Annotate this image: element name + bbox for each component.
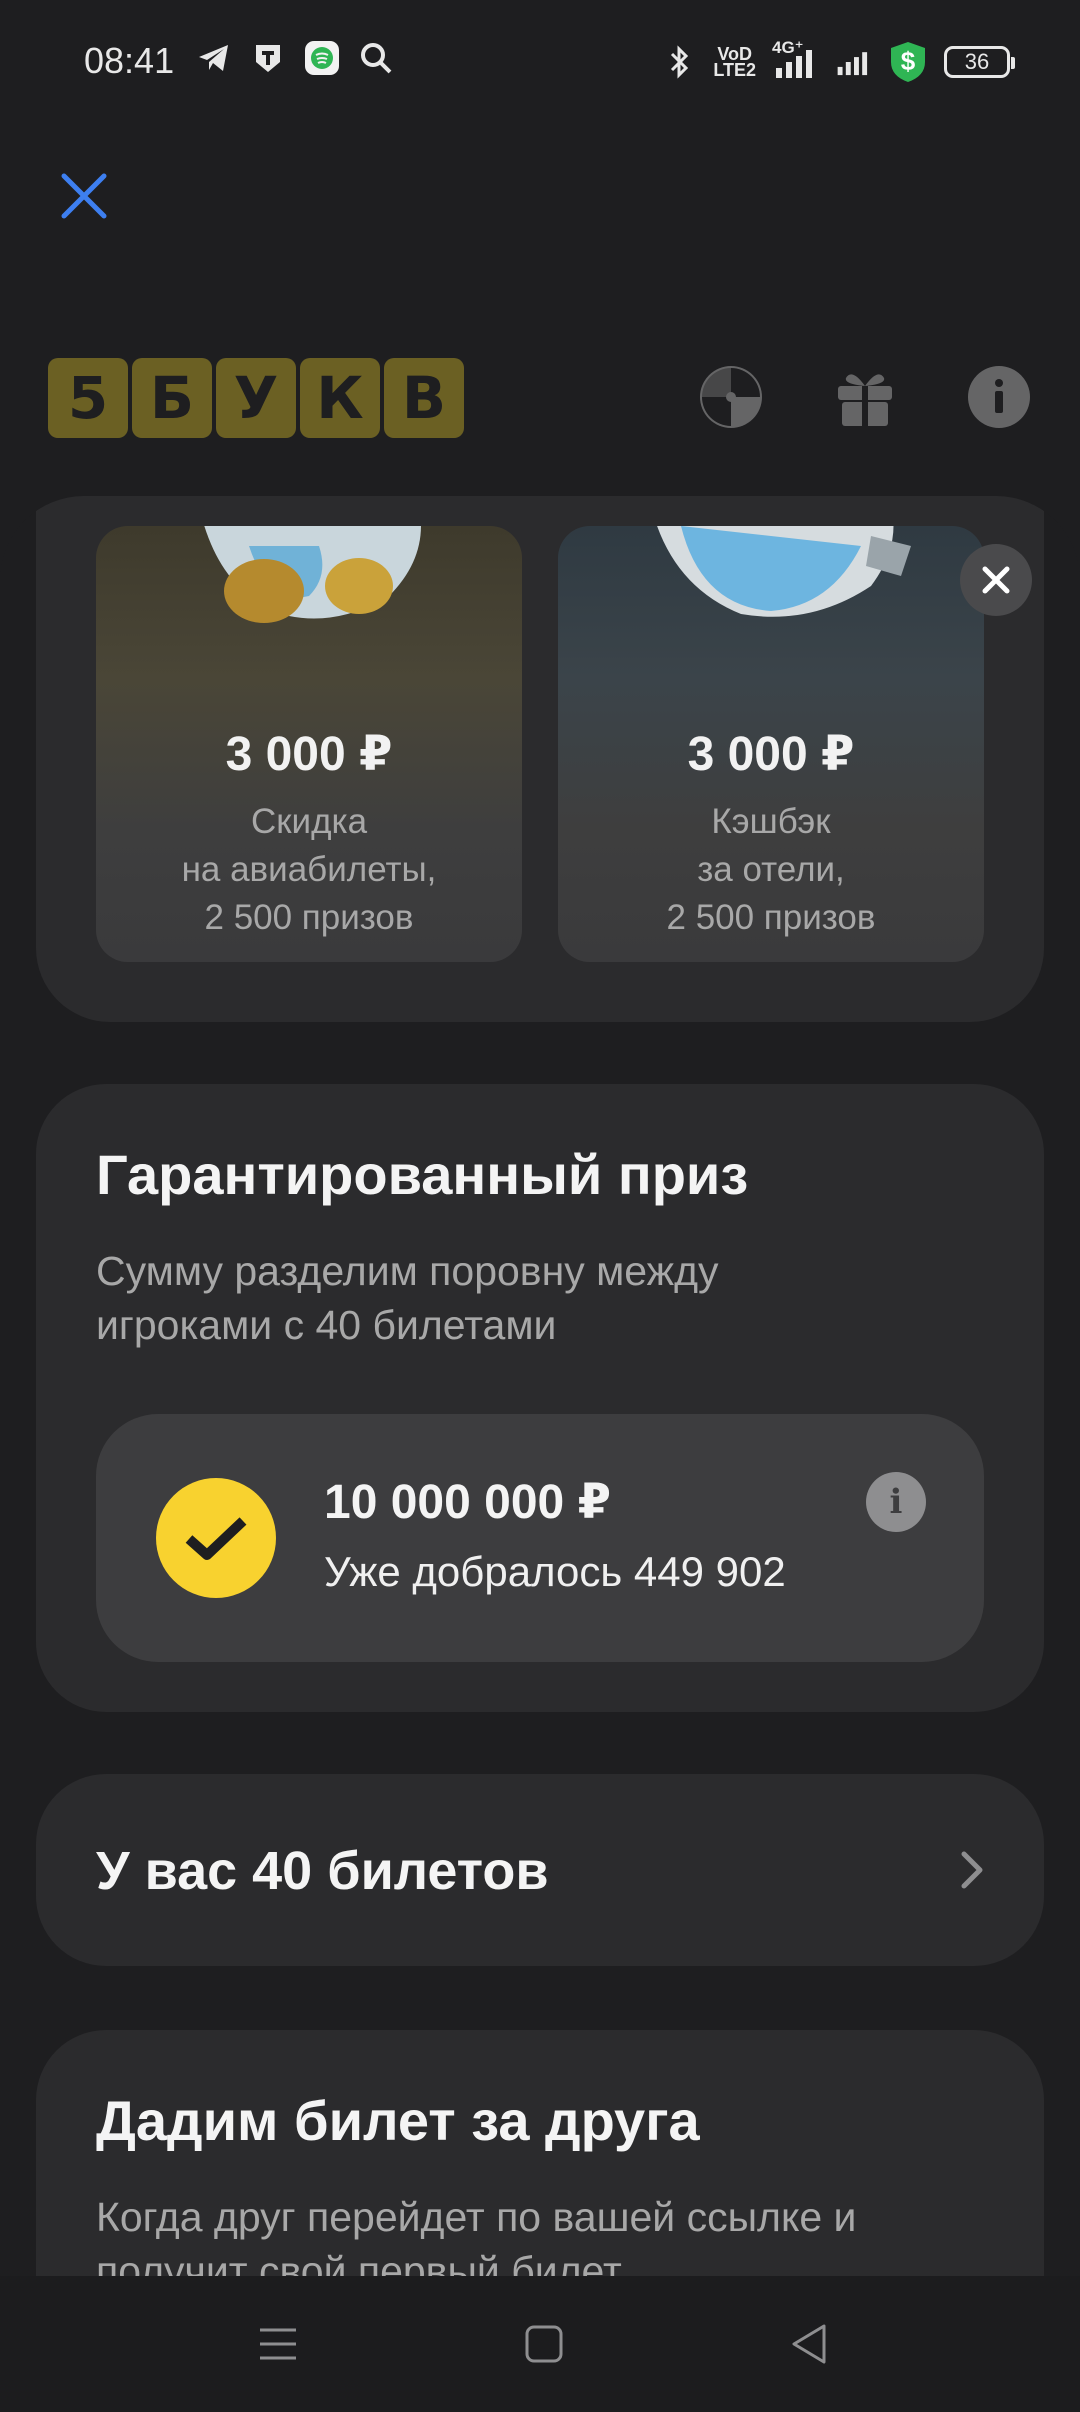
tickets-row[interactable]: У вас 40 билетов (36, 1774, 1044, 1966)
prize-image (657, 526, 911, 617)
players-count: Уже добралось 449 902 (324, 1548, 786, 1595)
status-time: 08:41 (84, 40, 175, 81)
logo-letter: У (216, 358, 296, 438)
status-right-icons: VoD LTE2 4G⁺ $ 36 (661, 39, 1015, 84)
home-icon[interactable] (516, 2316, 572, 2372)
sheet-close-button[interactable] (960, 544, 1032, 616)
back-icon[interactable] (782, 2316, 838, 2372)
prize-amount: 3 000 ₽ (225, 728, 393, 781)
menu-icon[interactable] (250, 2316, 306, 2372)
signal-icon (836, 44, 872, 80)
invite-friend-title: Дадим билет за друга (96, 2089, 700, 2152)
prize-description: Скидка на авиабилеты, 2 500 призов (181, 802, 437, 937)
game-header: 5 Б У К В (48, 358, 1032, 442)
info-icon[interactable]: i (866, 1472, 926, 1532)
tickets-label: У вас 40 билетов (96, 1841, 549, 1901)
battery-icon: 36 (944, 46, 1015, 78)
logo-letter: 5 (48, 358, 128, 438)
prize-card-hotels[interactable]: 3 000 ₽ Кэшбэк за отели, 2 500 призов (558, 526, 984, 962)
jackpot-panel: 10 000 000 ₽ Уже добралось 449 902 i (96, 1414, 984, 1662)
guaranteed-title: Гарантированный приз (96, 1143, 749, 1206)
invite-friend-card[interactable]: Дадим билет за друга Когда друг перейдет… (36, 2030, 1044, 2276)
volte-badge: VoD LTE2 (713, 44, 756, 80)
prize-amount: 3 000 ₽ (687, 728, 855, 781)
status-bar: 08:41 VoD LTE2 4G⁺ $ 36 (0, 0, 1080, 124)
status-left-icons (196, 40, 394, 76)
gift-icon[interactable] (832, 364, 898, 430)
checkmark-coin-icon (156, 1478, 276, 1598)
invite-friend-subtitle: Когда друг перейдет по вашей ссылке и по… (96, 2194, 857, 2276)
prize-card-flights[interactable]: 3 000 ₽ Скидка на авиабилеты, 2 500 приз… (96, 526, 522, 962)
bottom-sheet: 3 000 ₽ Скидка на авиабилеты, 2 500 приз… (0, 496, 1080, 2276)
logo-letter: В (384, 358, 464, 438)
system-nav-bar (0, 2276, 1080, 2412)
close-icon (982, 566, 1010, 594)
wheel-icon[interactable] (698, 364, 764, 430)
chevron-right-icon (961, 1851, 983, 1889)
t-app-icon (250, 40, 286, 76)
prize-description: Кэшбэк за отели, 2 500 призов (666, 802, 876, 937)
telegram-icon (196, 40, 232, 76)
guaranteed-subtitle: Сумму разделим поровну между игроками с … (96, 1248, 719, 1348)
messenger-icon (304, 40, 340, 76)
vpn-shield-icon: $ (888, 40, 928, 84)
search-icon (358, 40, 394, 76)
prizes-section: 3 000 ₽ Скидка на авиабилеты, 2 500 приз… (36, 496, 1044, 1022)
signal-4g-icon: 4G⁺ (772, 39, 820, 80)
jackpot-amount: 10 000 000 ₽ (324, 1476, 611, 1529)
bluetooth-icon (661, 44, 697, 80)
prize-image (204, 526, 421, 623)
logo-letter: К (300, 358, 380, 438)
close-icon[interactable] (58, 170, 110, 222)
logo-letter: Б (132, 358, 212, 438)
info-icon[interactable] (966, 364, 1032, 430)
guaranteed-prize-card: Гарантированный приз Сумму разделим поро… (36, 1084, 1044, 1712)
